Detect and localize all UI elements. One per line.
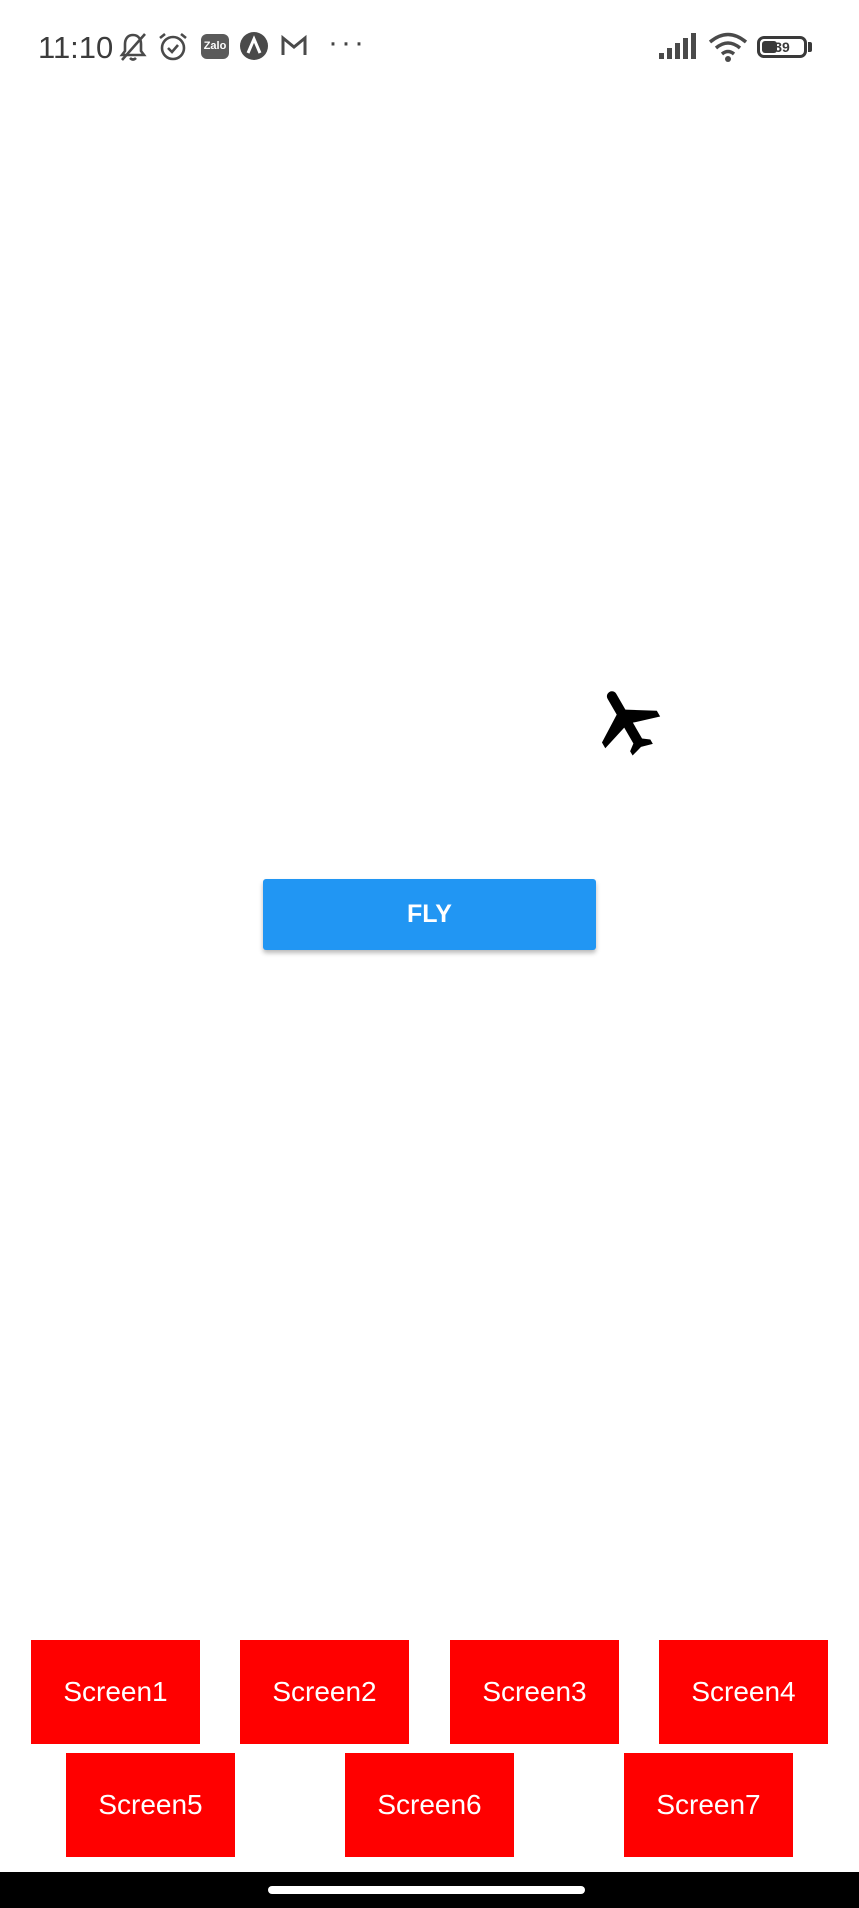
screen7-button[interactable]: Screen7 bbox=[624, 1753, 793, 1857]
battery-icon: 39 bbox=[757, 36, 807, 58]
status-bar: 11:10 Zalo ··· 39 bbox=[0, 0, 859, 96]
screen5-button[interactable]: Screen5 bbox=[66, 1753, 235, 1857]
home-indicator[interactable] bbox=[268, 1886, 585, 1894]
more-notifications-icon: ··· bbox=[328, 26, 367, 59]
signal-icon bbox=[659, 33, 696, 59]
battery-level: 39 bbox=[774, 39, 790, 55]
a-app-icon bbox=[240, 32, 268, 60]
gmail-icon bbox=[281, 34, 307, 55]
battery-tip bbox=[808, 42, 812, 52]
screen1-button[interactable]: Screen1 bbox=[31, 1640, 200, 1744]
navigation-bar bbox=[0, 1872, 859, 1908]
alarm-icon bbox=[159, 32, 187, 61]
bell-off-icon bbox=[119, 33, 147, 61]
fly-button[interactable]: FLY bbox=[263, 879, 596, 950]
screen4-button[interactable]: Screen4 bbox=[659, 1640, 828, 1744]
screen6-button[interactable]: Screen6 bbox=[345, 1753, 514, 1857]
screen2-button[interactable]: Screen2 bbox=[240, 1640, 409, 1744]
wifi-icon bbox=[708, 32, 748, 62]
screen3-button[interactable]: Screen3 bbox=[450, 1640, 619, 1744]
zalo-icon: Zalo bbox=[201, 34, 229, 59]
status-time: 11:10 bbox=[38, 30, 114, 65]
airplane-icon bbox=[601, 691, 661, 756]
